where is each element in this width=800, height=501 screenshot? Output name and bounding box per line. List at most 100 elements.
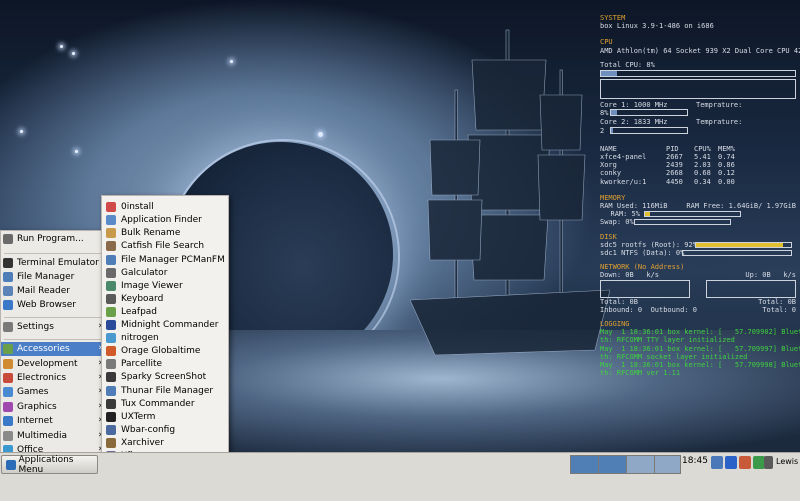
log-line: th: RFCOMM socket layer initialized [600,352,748,361]
submenu-item-label: Thunar File Manager [121,385,214,396]
menu-item-label: Internet [17,416,53,426]
menu-item-multimedia[interactable]: Multimedia› [1,429,105,443]
inbound-outbound: Inbound: 0 Outbound: 0 [600,305,697,314]
menu-item-web-browser[interactable]: Web Browser [1,298,105,312]
run-icon [3,234,13,244]
folder-icon [3,272,13,282]
menu-item-development[interactable]: Development› [1,357,105,371]
menu-item-electronics[interactable]: Electronics› [1,371,105,385]
submenu-item-label: Sparky ScreenShot [121,372,207,383]
process-cell-col-0: kworker/u:1 [600,177,647,186]
process-header-col-1: PID [666,144,679,153]
accessories-submenu: 0install Application Finder Bulk Rename Cat… [101,195,229,475]
submenu-item-label: File Manager PCManFM [121,254,225,265]
workspace-3[interactable] [626,455,655,474]
ship-icon [410,29,610,356]
process-cell-col-0: Xorg [600,161,617,170]
applications-menu-label: Applications Menu [18,454,74,475]
disk1-bar [695,241,792,248]
submenu-item-label: Orage Globaltime [121,346,201,357]
sparky-icon[interactable] [739,456,751,469]
total-up: Total: 0B [758,297,796,306]
workspace-1[interactable] [570,455,599,474]
menu-item-file-manager[interactable]: File Manager [1,270,105,284]
keyboard-icon [106,293,116,304]
menu-item-settings[interactable]: Settings› [1,320,105,334]
workspace-2[interactable] [598,455,627,474]
bluetooth-icon[interactable] [725,456,737,469]
cpu-graph [600,79,796,100]
workspace-4[interactable] [654,455,681,474]
process-header-row: NAME PID CPU% MEM% [600,145,796,153]
parcellite-icon [106,359,116,370]
xfce-menu-icon [6,459,16,470]
process-cell-col-2: 0.68 [694,169,711,178]
menu-item-label: Web Browser [17,300,76,310]
globaltime-icon [106,346,116,357]
menu-item-label: File Manager [17,272,75,282]
uxterm-icon [106,411,116,422]
app-finder-icon [106,215,116,226]
menu-item-label: Development [17,359,78,369]
catfish-icon [106,241,116,252]
calculator-icon [106,267,116,278]
thunar-icon [106,385,116,396]
menu-item-run-program[interactable]: Run Program... [1,232,105,246]
ram-used: RAM Used: 116MiB [600,201,668,210]
process-cell-col-2: 5.41 [694,153,711,162]
process-row: xfce4-panel 2667 5.41 0.74 [600,153,796,161]
menu-item-label: Games [17,387,49,397]
swap-pct: Swap: 0% [600,218,634,227]
submenu-item-label: Bulk Rename [121,228,181,239]
menu-item-label: Electronics [17,373,67,383]
globe-icon [3,300,13,310]
menu-item-graphics[interactable]: Graphics› [1,400,105,414]
menu-item-label: Multimedia [17,431,68,441]
log-line: May 1 18:36:01 box kernel: [ 57.709902] … [600,328,800,337]
user-name[interactable]: Lewis [776,457,798,466]
process-table: NAME PID CPU% MEM% xfce4-panel 2667 5.41 0.74 Xo… [600,145,796,186]
volume-icon[interactable] [764,456,773,469]
process-cell-col-1: 4450 [666,177,683,186]
process-cell-col-3: 0.00 [718,177,735,186]
menu-item-mail-reader[interactable]: Mail Reader [1,284,105,298]
up-unit: k/s [783,271,796,280]
process-header-col-3: MEM% [718,144,735,153]
ram-bar [644,211,742,218]
clock[interactable]: 18:45 [682,456,708,466]
process-cell-col-0: conky [600,169,622,178]
process-cell-col-2: 2.03 [694,161,711,170]
cpu-header: CPU [600,38,613,47]
system-info: box Linux 3.9-1-486 on i686 [600,22,714,31]
process-cell-col-3: 0.86 [718,161,735,170]
disk2-bar [682,249,792,256]
process-cell-col-2: 0.34 [694,177,711,186]
menu-item-label: Graphics [17,402,57,412]
menu-item-games[interactable]: Games› [1,385,105,399]
down-graph [600,279,690,298]
menu-item-internet[interactable]: Internet› [1,414,105,428]
ram-free: RAM Free: 1.64GiB/ 1.97GiB [686,201,796,210]
applications-menu-button[interactable]: Applications Menu [1,454,98,475]
wbar-config-icon [106,424,116,435]
submenu-item-label: Wbar-config [121,424,176,435]
menu-item-terminal-emulator[interactable]: Terminal Emulator [1,256,105,270]
process-header-col-0: NAME [600,144,617,153]
process-cell-col-1: 2439 [666,161,683,170]
network-icon[interactable] [711,456,723,469]
mail-icon [3,286,13,296]
menu-item-accessories[interactable]: Accessories› [1,342,105,356]
zeroinstall-icon [106,202,116,213]
up-graph [706,279,796,298]
internet-icon [3,416,13,426]
ram-pct: RAM: 5% [610,210,640,219]
disk-header: DISK [600,232,617,241]
total-down: Total: 0B [600,297,638,306]
process-row: Xorg 2439 2.03 0.86 [600,161,796,169]
bulk-rename-icon [106,228,116,239]
submenu-item-label: Application Finder [121,215,202,226]
electronics-icon [3,373,13,383]
submenu-item-label: Galculator [121,267,168,278]
submenu-item-label: Image Viewer [121,280,183,291]
core2-temp: Temprature: [696,118,743,127]
